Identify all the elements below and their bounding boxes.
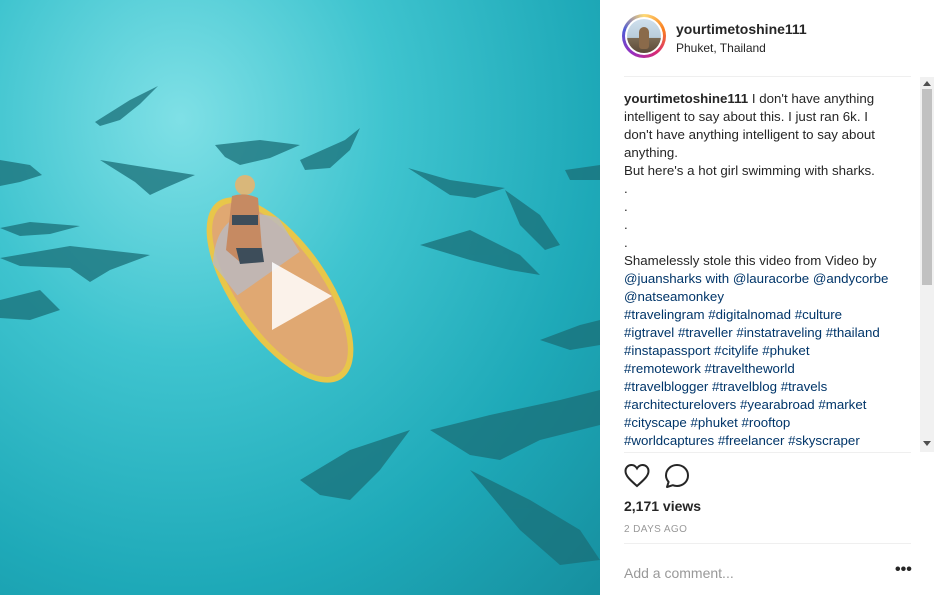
post-header: yourtimetoshine111 Phuket, Thailand (600, 0, 935, 76)
caption-text: I don't have anything (751, 91, 875, 106)
caption-hashtags[interactable]: #travelblogger #travelblog #travels (624, 378, 906, 396)
divider (624, 452, 911, 453)
caption-mentions[interactable]: @juansharks with @lauracorbe @andycorbe (624, 270, 906, 288)
comment-bubble-icon[interactable] (664, 463, 690, 489)
kangaroo-icon (639, 27, 649, 49)
scroll-up-arrow-icon[interactable] (923, 81, 931, 86)
caption-hashtags[interactable]: #remotework #traveltheworld (624, 360, 906, 378)
avatar-frame (625, 17, 663, 55)
view-count[interactable]: 2,171 views (624, 498, 701, 514)
more-options-icon[interactable]: ••• (895, 562, 913, 580)
avatar-image (627, 19, 661, 53)
caption-line: . (624, 235, 628, 250)
caption-line: . (624, 217, 628, 232)
play-icon[interactable] (272, 262, 332, 330)
caption-line: Shamelessly stole this video from Video … (624, 253, 877, 268)
post-caption: yourtimetoshine111 I don't have anything… (624, 90, 906, 452)
heart-icon[interactable] (624, 463, 650, 489)
caption-line: . (624, 181, 628, 196)
caption-line: intelligent to say about this. I just ra… (624, 109, 868, 124)
caption-scrollbar[interactable] (920, 77, 934, 452)
caption-line: yourtimetoshine111 I don't have anything (624, 90, 906, 108)
caption-hashtags[interactable]: #architecturelovers #yearabroad #market (624, 396, 906, 414)
caption-hashtags[interactable]: #instapassport #citylife #phuket (624, 342, 906, 360)
scroll-down-arrow-icon[interactable] (923, 441, 931, 446)
caption-line: anything. (624, 145, 678, 160)
caption-line: . (624, 199, 628, 214)
caption-hashtags[interactable]: #cityscape #phuket #rooftop (624, 414, 906, 432)
caption-username[interactable]: yourtimetoshine111 (624, 91, 748, 106)
caption-mentions[interactable]: @natseamonkey (624, 288, 906, 306)
caption-hashtags[interactable]: #worldcaptures #freelancer #skyscraper (624, 432, 906, 450)
caption-hashtags[interactable]: #igtravel #traveller #instatraveling #th… (624, 324, 906, 342)
divider (624, 543, 911, 544)
post-username[interactable]: yourtimetoshine111 (676, 21, 807, 37)
caption-line: But here's a hot girl swimming with shar… (624, 163, 875, 178)
divider (624, 76, 911, 77)
video-media[interactable] (0, 0, 600, 595)
caption-line: don't have anything intelligent to say a… (624, 127, 875, 142)
post-timestamp[interactable]: 2 DAYS AGO (624, 524, 687, 535)
comment-input[interactable] (624, 563, 874, 583)
scroll-thumb[interactable] (922, 89, 932, 285)
post-panel: yourtimetoshine111 Phuket, Thailand your… (600, 0, 935, 595)
caption-hashtags[interactable]: #travelingram #digitalnomad #culture (624, 306, 906, 324)
post-location[interactable]: Phuket, Thailand (676, 41, 766, 55)
avatar[interactable] (622, 14, 666, 58)
